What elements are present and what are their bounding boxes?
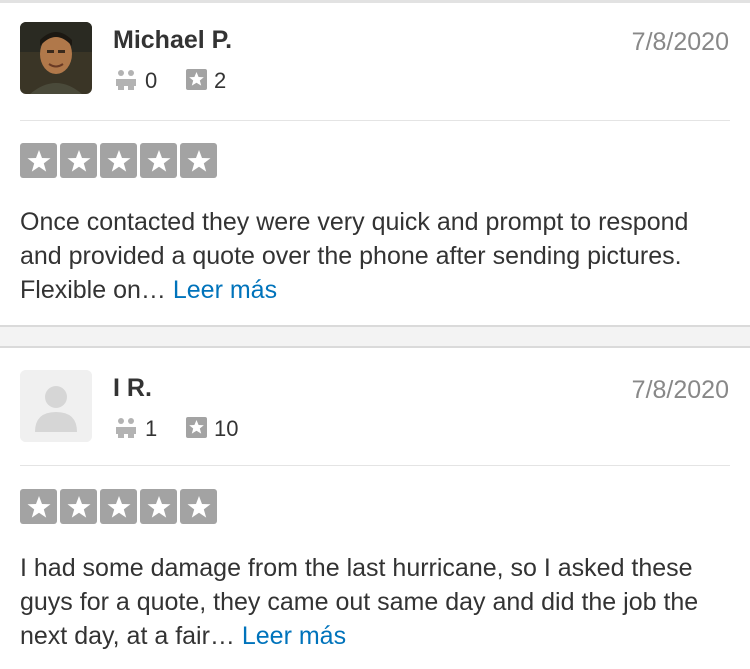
star-icon: [100, 489, 137, 524]
star-rating: [20, 143, 217, 178]
star-icon: [60, 143, 97, 178]
reviews-count: 2: [214, 68, 227, 93]
separator: [20, 120, 730, 121]
star-icon: [180, 143, 217, 178]
review-text: Once contacted they were very quick and …: [20, 205, 735, 307]
default-avatar-icon: [20, 370, 92, 442]
reviews-count: 10: [214, 416, 239, 441]
user-photo-icon: [20, 22, 92, 94]
review-date: 7/8/2020: [631, 376, 729, 404]
star-icon: [100, 143, 137, 178]
friends-icon: [116, 418, 136, 438]
review-text: I had some damage from the last hurrican…: [20, 551, 735, 653]
star-icon: [20, 489, 57, 524]
star-icon: [140, 143, 177, 178]
reviewer-name[interactable]: Michael P.: [113, 26, 232, 55]
friends-icon: [116, 70, 136, 90]
review-body: Once contacted they were very quick and …: [20, 208, 689, 304]
star-icon: [180, 489, 217, 524]
review-card: I R. 7/8/2020 1 10 I had some damage fro…: [0, 348, 750, 669]
review-date: 7/8/2020: [631, 28, 729, 56]
review-divider: [0, 325, 750, 348]
star-icon: [20, 143, 57, 178]
review-star-icon: [186, 69, 207, 90]
friends-count: 1: [145, 416, 158, 441]
avatar[interactable]: [20, 22, 92, 94]
friends-count: 0: [145, 68, 158, 93]
review-body: I had some damage from the last hurrican…: [20, 554, 699, 650]
star-rating: [20, 489, 217, 524]
review-card: Michael P. 7/8/2020 0 2 Once contacted t…: [0, 0, 750, 325]
separator: [20, 465, 730, 466]
avatar[interactable]: [20, 370, 92, 442]
reviewer-name[interactable]: I R.: [113, 374, 152, 403]
read-more-link[interactable]: Leer más: [173, 276, 277, 304]
star-icon: [60, 489, 97, 524]
star-icon: [140, 489, 177, 524]
read-more-link[interactable]: Leer más: [242, 622, 346, 650]
review-star-icon: [186, 417, 207, 438]
